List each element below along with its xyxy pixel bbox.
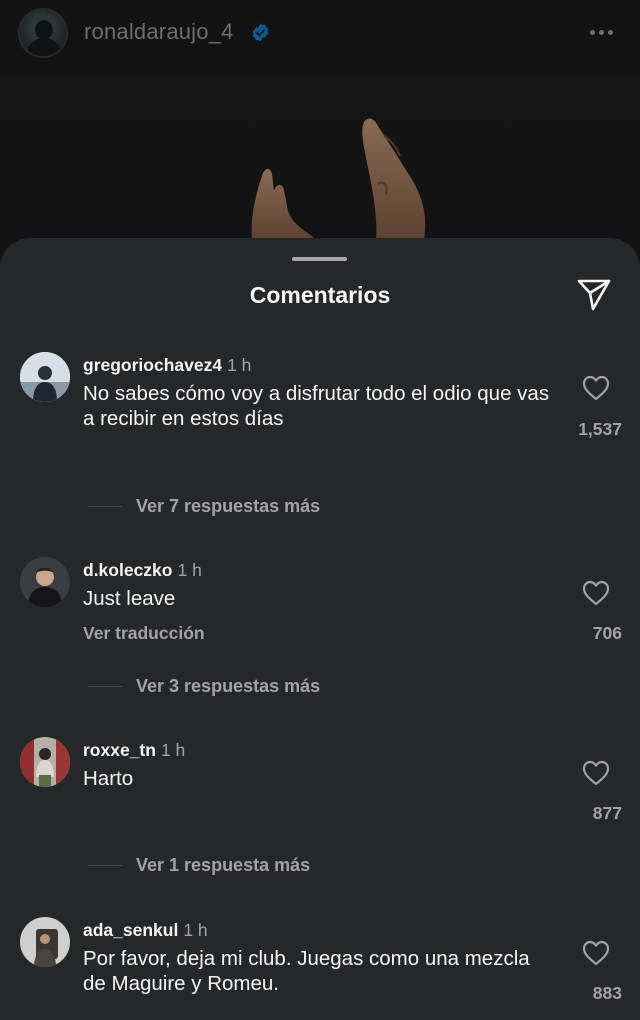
comment-time: 1 h <box>177 560 202 580</box>
comment-author[interactable]: ada_senkul 1 h <box>83 920 208 941</box>
replies-divider <box>88 864 122 866</box>
like-count: 877 <box>592 803 622 823</box>
commenter-avatar[interactable] <box>20 557 70 607</box>
paper-plane-icon[interactable] <box>576 278 612 312</box>
comments-sheet: Comentarios gregoriochavez4 1 h No sabes … <box>0 238 640 1020</box>
like-count: 883 <box>592 983 622 1003</box>
comment-author[interactable]: gregoriochavez4 1 h <box>83 355 251 376</box>
sheet-title: Comentarios <box>249 282 391 308</box>
comment-author[interactable]: roxxe_tn 1 h <box>83 740 185 761</box>
replies-divider <box>88 685 122 687</box>
replies-divider <box>88 505 122 507</box>
post-header: ronaldaraujo_4 <box>0 0 640 76</box>
commenter-avatar[interactable] <box>20 917 70 967</box>
view-replies-button[interactable]: Ver 7 respuestas más <box>88 494 320 518</box>
more-horizontal-icon[interactable] <box>590 22 620 42</box>
comment-item: roxxe_tn 1 h Harto 877 Ver 1 respuesta má… <box>0 737 640 897</box>
comment-time: 1 h <box>183 920 208 940</box>
instagram-post-screen: ronaldaraujo_4 Comentarios gregoriochave… <box>0 0 640 1020</box>
heart-icon[interactable] <box>582 375 610 401</box>
like-count: 706 <box>592 623 622 643</box>
comment-author[interactable]: d.koleczko 1 h <box>83 560 202 581</box>
drag-handle[interactable] <box>292 257 347 261</box>
view-replies-button[interactable]: Ver 1 respuesta más <box>88 853 310 877</box>
comment-text: Por favor, deja mi club. Juegas como una… <box>83 947 530 995</box>
post-author-username[interactable]: ronaldaraujo_4 <box>84 19 234 45</box>
comment-item: ada_senkul 1 h Por favor, deja mi club. J… <box>0 917 640 1017</box>
heart-icon[interactable] <box>582 580 610 606</box>
view-replies-button[interactable]: Ver 3 respuestas más <box>88 674 320 698</box>
translate-link[interactable]: Ver traducción <box>83 623 205 644</box>
commenter-avatar[interactable] <box>20 737 70 787</box>
comment-text: Just leave <box>83 587 176 610</box>
verified-badge-icon <box>252 23 269 42</box>
comment-item: d.koleczko 1 h Just leave Ver traducción … <box>0 557 640 727</box>
like-count: 1,537 <box>578 419 622 439</box>
commenter-avatar[interactable] <box>20 352 70 402</box>
comment-text: No sabes cómo voy a disfrutar todo el od… <box>83 382 550 430</box>
comment-time: 1 h <box>227 355 252 375</box>
comment-item: gregoriochavez4 1 h No sabes cómo voy a d… <box>0 352 640 542</box>
comment-time: 1 h <box>160 740 186 760</box>
heart-icon[interactable] <box>582 940 610 966</box>
post-author-avatar[interactable] <box>18 8 68 58</box>
heart-icon[interactable] <box>582 760 610 786</box>
comment-text: Harto <box>83 767 134 790</box>
